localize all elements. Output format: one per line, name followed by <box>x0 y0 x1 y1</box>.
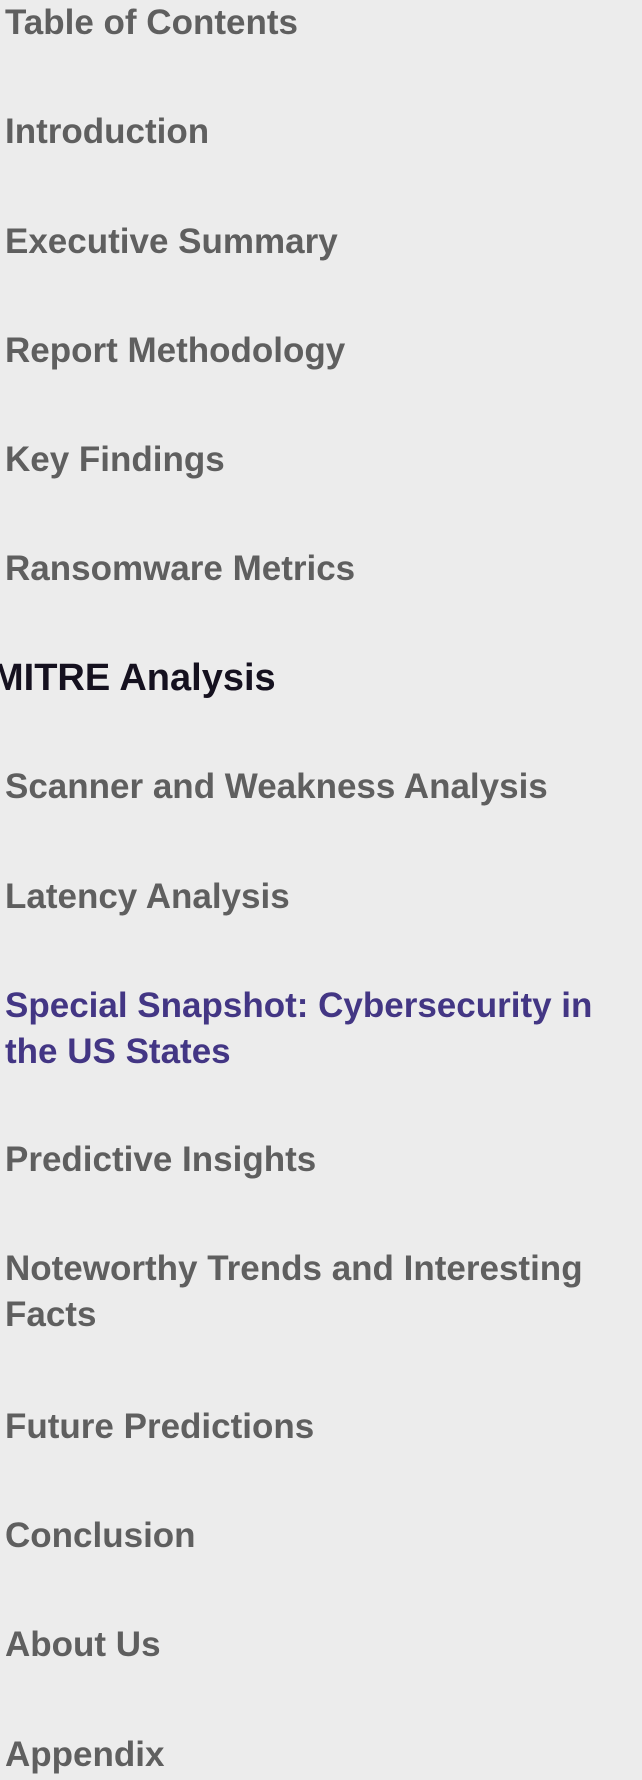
toc-item-noteworthy-trends[interactable]: Noteworthy Trends and Interesting Facts <box>5 1246 637 1338</box>
toc-item-future-predictions[interactable]: Future Predictions <box>5 1404 637 1450</box>
toc-item-predictive-insights[interactable]: Predictive Insights <box>5 1137 637 1183</box>
toc-item-appendix[interactable]: Appendix <box>5 1732 637 1778</box>
toc-item-ransomware-metrics[interactable]: Ransomware Metrics <box>5 546 637 592</box>
toc-item-executive-summary[interactable]: Executive Summary <box>5 219 637 265</box>
toc-item-key-findings[interactable]: Key Findings <box>5 437 637 483</box>
toc-item-special-snapshot[interactable]: Special Snapshot: Cybersecurity in the U… <box>5 983 637 1075</box>
toc-item-introduction[interactable]: Introduction <box>5 109 637 155</box>
toc-title: Table of Contents <box>5 3 298 42</box>
toc-item-conclusion[interactable]: Conclusion <box>5 1513 637 1559</box>
toc-item-about-us[interactable]: About Us <box>5 1622 637 1668</box>
toc-item-latency-analysis[interactable]: Latency Analysis <box>5 874 637 920</box>
toc-item-report-methodology[interactable]: Report Methodology <box>5 328 637 374</box>
toc-item-mitre-analysis[interactable]: MITRE Analysis <box>0 655 624 701</box>
toc-item-scanner-and-weakness-analysis[interactable]: Scanner and Weakness Analysis <box>5 764 637 810</box>
